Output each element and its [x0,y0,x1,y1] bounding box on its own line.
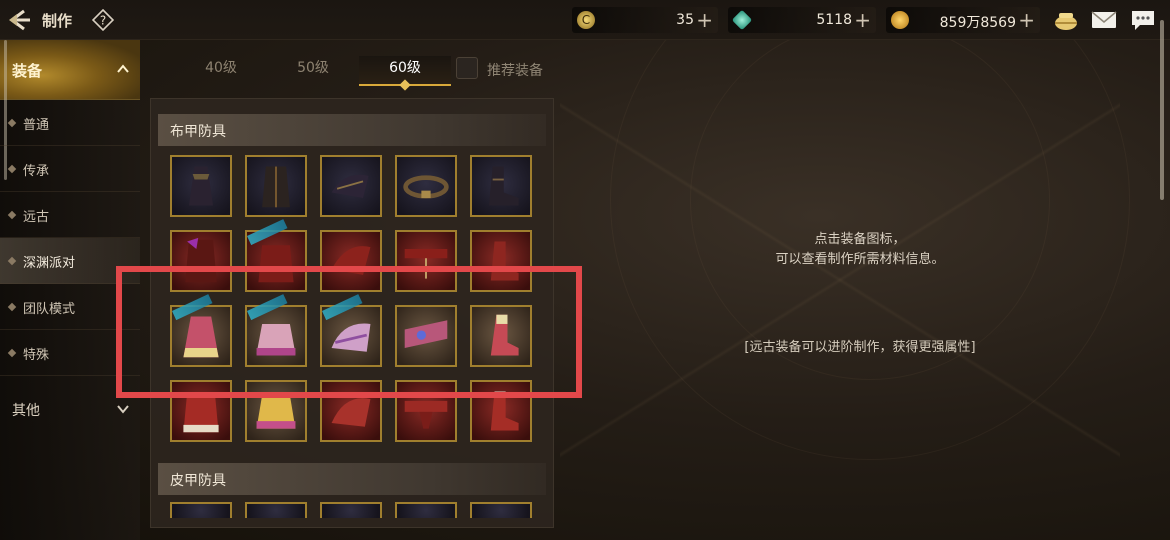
hint-line: 点击装备图标， [814,232,906,247]
bullet-icon [7,164,17,174]
sidebar-item-label: 传承 [23,164,50,179]
hint-line: 可以查看制作所需材料信息。 [775,252,945,267]
resource-crystal-coin: C 35 + [572,7,718,33]
sidebar-item-inheritance[interactable]: 传承 [0,146,140,192]
sidebar-item-ancient[interactable]: 远古 [0,192,140,238]
detail-scrollbar[interactable] [1160,20,1164,200]
equipment-item[interactable] [470,502,532,518]
tab-level-60[interactable]: 60级 [359,56,451,91]
crystal-coin-icon: C [577,11,595,29]
section-label: 皮甲防具 [170,473,226,489]
bullet-icon [7,348,17,358]
resource-gold: 859万8569 + [886,7,1040,33]
checkbox[interactable] [456,57,478,79]
bullet-icon [7,256,17,266]
bullet-icon [7,302,17,312]
bullet-icon [7,118,17,128]
add-gold-button[interactable]: + [1018,7,1035,33]
sidebar-item-normal[interactable]: 普通 [0,100,140,146]
tab-level-40[interactable]: 40级 [175,56,267,86]
sidebar-header-equipment[interactable]: 装备 [0,40,140,100]
page-title: 制作 [42,12,73,30]
recommend-label: 推荐装备 [487,63,543,79]
section-header-cloth-armor: 布甲防具 [158,114,546,146]
gem-icon [731,9,753,31]
equipment-item[interactable] [170,155,232,217]
back-arrow-icon[interactable] [6,6,34,34]
mail-icon[interactable] [1091,8,1117,32]
chevron-up-icon [117,64,129,73]
bullet-icon [7,210,17,220]
sidebar-item-label: 普通 [23,118,50,133]
section-label: 布甲防具 [170,124,226,140]
sidebar-item-label: 深渊派对 [23,256,76,271]
add-gem-button[interactable]: + [854,7,871,33]
pot-icon[interactable] [1053,8,1079,32]
boots-icon [488,166,519,206]
coat-icon [262,166,290,208]
active-indicator-icon [399,79,411,91]
section-header-leather-armor: 皮甲防具 [158,463,546,495]
chat-icon[interactable] [1130,8,1156,32]
help-icon[interactable]: ? [91,8,115,32]
equipment-item[interactable] [245,502,307,518]
sidebar-item-label: 团队模式 [23,302,76,317]
equipment-item[interactable] [395,502,457,518]
sidebar-other-label: 其他 [12,403,40,419]
equipment-item[interactable] [395,155,457,217]
tab-label: 60级 [389,60,421,76]
svg-text:?: ? [100,14,106,28]
resource-value: 859万8569 [939,15,1016,31]
resource-value: 5118 [816,12,852,28]
highlight-box [116,266,582,398]
equipment-item[interactable] [170,502,232,518]
resource-gem: 5118 + [728,7,876,33]
sidebar-item-label: 远古 [23,210,50,225]
equipment-item[interactable] [320,502,382,518]
equipment-item[interactable] [470,155,532,217]
ancient-upgrade-note: [远古装备可以进阶制作，获得更强属性] [744,340,976,355]
tab-level-50[interactable]: 50级 [267,56,359,86]
robe-icon [188,166,214,206]
belt-icon [403,175,449,199]
top-bar: 制作 ? C 35 + 5118 + 859万8569 + [0,0,1170,40]
sidebar-header-label: 装备 [12,62,43,80]
add-crystal-coin-button[interactable]: + [696,7,713,33]
hint-text: 点击装备图标， 可以查看制作所需材料信息。 [700,230,1020,270]
gold-coin-icon [891,11,909,29]
resource-value: 35 [676,12,694,28]
equipment-item[interactable] [245,155,307,217]
background-pattern [560,60,1120,500]
shoulder-icon [331,174,369,199]
equipment-item[interactable] [320,155,382,217]
sidebar-item-label: 特殊 [23,348,50,363]
chevron-down-icon [117,405,129,414]
